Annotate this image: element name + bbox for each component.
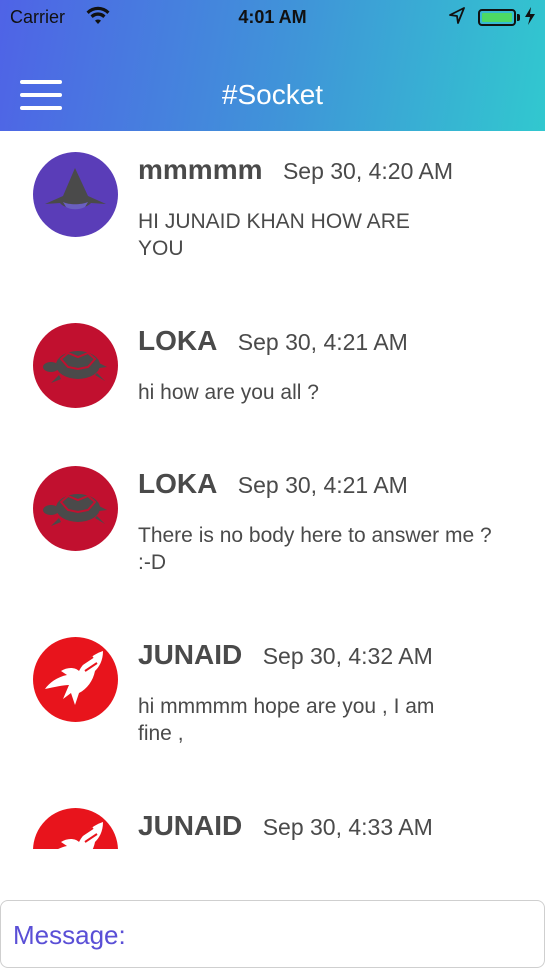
sender-name: JUNAID (138, 639, 243, 670)
turtle-avatar[interactable] (33, 466, 118, 551)
message-text: There is no body here to answer me ? :-D (138, 524, 492, 574)
sender-name: LOKA (138, 468, 218, 499)
battery-level (482, 13, 512, 22)
battery-icon (478, 9, 516, 26)
message-header: JUNAID Sep 30, 4:32 AM (138, 639, 433, 671)
message-timestamp: Sep 30, 4:32 AM (262, 643, 433, 669)
bolt-icon (524, 6, 536, 31)
message-text: hi mmmmm hope are you , I am fine , (138, 695, 435, 745)
sender-name: mmmmm (138, 154, 263, 185)
app-header: Carrier 4:01 AM #Socket (0, 0, 545, 131)
battery-tip (517, 14, 520, 21)
message-header: LOKA Sep 30, 4:21 AM (138, 325, 408, 357)
sender-name: LOKA (138, 325, 218, 356)
eagle-avatar[interactable] (33, 637, 118, 722)
message-header: LOKA Sep 30, 4:21 AM (138, 468, 408, 500)
message-input[interactable] (13, 915, 533, 955)
turtle-avatar[interactable] (33, 323, 118, 408)
message-list[interactable]: mmmmm Sep 30, 4:20 AM HI JUNAID KHAN HOW… (0, 131, 545, 849)
message-header: mmmmm Sep 30, 4:20 AM (138, 154, 453, 186)
message-timestamp: Sep 30, 4:33 AM (262, 814, 433, 840)
page-title: #Socket (221, 79, 324, 110)
status-bar: Carrier 4:01 AM (0, 0, 545, 36)
sender-name: JUNAID (138, 810, 243, 841)
message-composer (0, 900, 545, 968)
location-arrow-icon (449, 7, 465, 30)
message-header: JUNAID Sep 30, 4:33 AM (138, 810, 433, 842)
message-timestamp: Sep 30, 4:20 AM (282, 158, 454, 184)
message-text: HI JUNAID KHAN HOW ARE YOU (138, 210, 410, 260)
shark-avatar[interactable] (33, 152, 118, 237)
message-timestamp: Sep 30, 4:21 AM (237, 329, 408, 355)
message-timestamp: Sep 30, 4:21 AM (237, 472, 408, 498)
message-text: hi how are you all ? (138, 381, 319, 404)
eagle-avatar[interactable] (33, 808, 118, 849)
